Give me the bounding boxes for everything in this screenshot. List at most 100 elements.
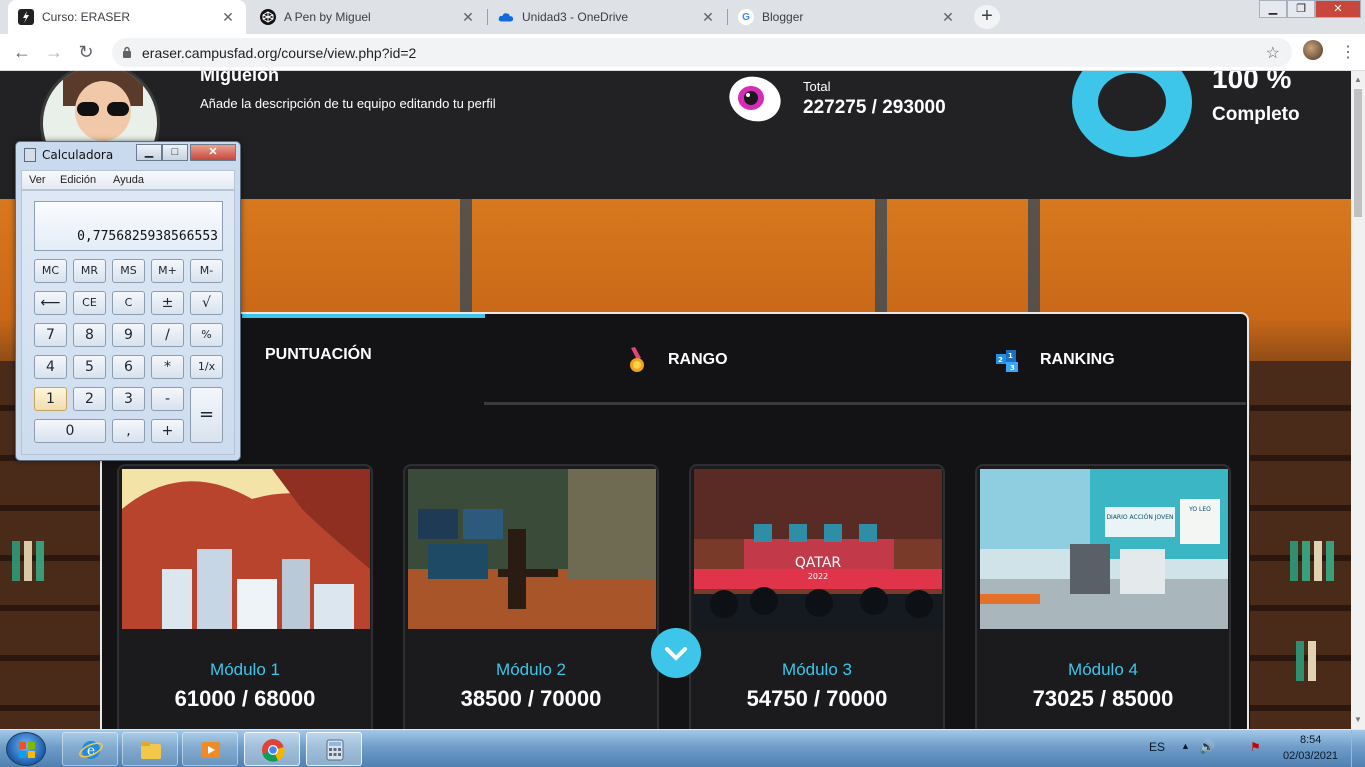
key-comma[interactable]: ,	[112, 419, 145, 443]
close-tab-icon[interactable]: ✕	[700, 9, 716, 26]
restore-window-button[interactable]: ❐	[1287, 0, 1315, 18]
key-plus[interactable]: +	[151, 419, 184, 443]
browser-menu-icon[interactable]: ⋮	[1340, 42, 1356, 62]
menu-edicion[interactable]: Edición	[60, 174, 96, 186]
module-card-2[interactable]: Módulo 2 38500 / 70000	[403, 464, 659, 729]
windows-logo-icon	[19, 742, 35, 758]
key-6[interactable]: 6	[112, 355, 145, 379]
tab-unidad3-onedrive[interactable]: Unidad3 - OneDrive ✕	[488, 0, 726, 34]
scroll-down-button[interactable]	[651, 628, 701, 678]
key-ce[interactable]: CE	[73, 291, 106, 315]
action-center-flag-icon[interactable]: ⚑	[1250, 740, 1261, 754]
book	[1296, 641, 1304, 681]
close-tab-icon[interactable]: ✕	[460, 9, 476, 26]
module-card-3[interactable]: QATAR 2022 Módulo 3 54750 / 70000	[689, 464, 945, 729]
tab-ranking[interactable]: 2 1 3 RANKING	[994, 346, 1115, 374]
module-4-illustration: DIARIO ACCIÓN JOVEN YO LEO	[980, 469, 1228, 629]
key-minus[interactable]: -	[151, 387, 184, 411]
key-sqrt[interactable]: √	[190, 291, 223, 315]
key-1[interactable]: 1	[34, 387, 67, 411]
page-scrollbar[interactable]: ▲ ▼	[1351, 71, 1365, 729]
key-percent[interactable]: %	[190, 323, 223, 347]
close-tab-icon[interactable]: ✕	[220, 9, 236, 26]
tab-blogger[interactable]: G Blogger ✕	[728, 0, 966, 34]
tab-title: Unidad3 - OneDrive	[522, 10, 629, 24]
show-hidden-icons-icon[interactable]: ▲	[1181, 741, 1190, 751]
key-c[interactable]: C	[112, 291, 145, 315]
start-button[interactable]	[6, 732, 46, 766]
book	[1290, 541, 1298, 581]
menu-ver[interactable]: Ver	[29, 174, 46, 186]
scrollbar-thumb[interactable]	[1354, 89, 1362, 217]
address-bar[interactable]: eraser.campusfad.org/course/view.php?id=…	[112, 38, 1292, 67]
new-tab-button[interactable]: +	[974, 5, 1000, 29]
module-card-1[interactable]: Módulo 1 61000 / 68000	[117, 464, 373, 729]
key-multiply[interactable]: *	[151, 355, 184, 379]
lock-icon	[123, 46, 131, 58]
minimize-button[interactable]: ▁	[136, 144, 162, 161]
key-m-minus[interactable]: M-	[190, 259, 223, 283]
key-mc[interactable]: MC	[34, 259, 67, 283]
taskbar-internet-explorer[interactable]: e	[62, 732, 118, 766]
book	[1314, 541, 1322, 581]
volume-icon[interactable]: 🔊	[1199, 739, 1215, 755]
calculator-app-icon	[24, 148, 36, 162]
key-equals[interactable]: =	[190, 387, 223, 443]
team-description: Añade la descripción de tu equipo editan…	[200, 96, 496, 111]
calculator-window: Calculadora ▁ □ ✕ Ver Edición Ayuda 0,77…	[15, 141, 241, 461]
key-5[interactable]: 5	[73, 355, 106, 379]
scroll-down-arrow-icon[interactable]: ▼	[1354, 715, 1362, 724]
module-card-4[interactable]: DIARIO ACCIÓN JOVEN YO LEO Módulo 4 7302…	[975, 464, 1231, 729]
key-mr[interactable]: MR	[73, 259, 106, 283]
chrome-icon	[262, 739, 285, 762]
internet-explorer-icon: e	[79, 741, 103, 759]
profile-avatar[interactable]	[1303, 40, 1323, 60]
back-arrow-icon[interactable]: ←	[8, 39, 36, 67]
module-name: Módulo 4	[1068, 660, 1138, 679]
taskbar-calculator[interactable]	[306, 732, 362, 766]
key-backspace[interactable]: ⟵	[34, 291, 67, 315]
key-8[interactable]: 8	[73, 323, 106, 347]
clock-time[interactable]: 8:54	[1300, 734, 1321, 746]
key-0[interactable]: 0	[34, 419, 106, 443]
menu-ayuda[interactable]: Ayuda	[113, 174, 144, 186]
scroll-up-arrow-icon[interactable]: ▲	[1354, 75, 1362, 84]
key-ms[interactable]: MS	[112, 259, 145, 283]
key-9[interactable]: 9	[112, 323, 145, 347]
tab-rango[interactable]: RANGO	[622, 346, 728, 374]
calculator-menubar: Ver Edición Ayuda	[21, 170, 235, 190]
module-1-illustration	[122, 469, 370, 629]
display-value: 0,7756825938566553	[77, 229, 218, 244]
reload-icon[interactable]: ↻	[72, 39, 100, 67]
forward-arrow-icon[interactable]: →	[40, 39, 68, 67]
bookmark-star-icon[interactable]: ☆	[1266, 43, 1280, 63]
key-3[interactable]: 3	[112, 387, 145, 411]
key-divide[interactable]: /	[151, 323, 184, 347]
minimize-window-button[interactable]: ▁	[1259, 0, 1287, 18]
clock-date[interactable]: 02/03/2021	[1283, 750, 1338, 762]
taskbar-chrome[interactable]	[244, 732, 300, 766]
tab-puntuacion[interactable]: PUNTUACIÓN	[265, 346, 372, 364]
key-7[interactable]: 7	[34, 323, 67, 347]
key-4[interactable]: 4	[34, 355, 67, 379]
module-name: Módulo 3	[782, 660, 852, 679]
key-reciprocal[interactable]: 1/x	[190, 355, 223, 379]
calculator-titlebar[interactable]: Calculadora ▁ □ ✕	[16, 142, 240, 168]
close-window-button[interactable]: ✕	[1315, 0, 1361, 18]
tab-title: Blogger	[762, 10, 804, 24]
close-tab-icon[interactable]: ✕	[940, 9, 956, 26]
key-plus-minus[interactable]: ±	[151, 291, 184, 315]
tab-a-pen-by-miguel[interactable]: A Pen by Miguel ✕	[250, 0, 486, 34]
svg-text:1: 1	[1008, 352, 1013, 360]
maximize-button[interactable]: □	[162, 144, 188, 161]
taskbar-media-player[interactable]	[182, 732, 238, 766]
language-indicator[interactable]: ES	[1149, 740, 1165, 754]
window-title: Calculadora	[42, 148, 114, 162]
tab-label: PUNTUACIÓN	[265, 346, 372, 363]
key-2[interactable]: 2	[73, 387, 106, 411]
close-button[interactable]: ✕	[190, 144, 236, 161]
tab-curso-eraser[interactable]: Curso: ERASER ✕	[8, 0, 246, 34]
show-desktop-button[interactable]	[1351, 730, 1365, 767]
taskbar-file-explorer[interactable]	[122, 732, 178, 766]
key-m-plus[interactable]: M+	[151, 259, 184, 283]
